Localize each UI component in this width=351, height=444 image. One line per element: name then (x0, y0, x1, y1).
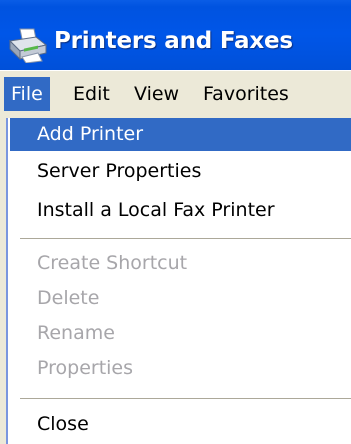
menu-item-add-printer[interactable]: Add Printer (10, 118, 351, 151)
menu-item-rename: Rename (37, 322, 115, 344)
menu-item-server-properties[interactable]: Server Properties (10, 155, 351, 188)
menu-item-properties: Properties (37, 357, 134, 379)
menu-favorites[interactable]: Favorites (196, 77, 296, 111)
window-title: Printers and Faxes (54, 28, 293, 54)
menu-separator (20, 238, 351, 240)
window: Printers and Faxes File Edit View Favori… (0, 0, 351, 444)
menu-item-create-shortcut: Create Shortcut (37, 252, 188, 274)
menu-file[interactable]: File (4, 77, 50, 111)
menu-bar: File Edit View Favorites (0, 70, 351, 119)
menu-edit[interactable]: Edit (66, 77, 117, 111)
menu-item-delete: Delete (37, 287, 100, 309)
menu-separator (20, 398, 351, 400)
file-menu-dropdown: Add Printer Server Properties Install a … (6, 118, 351, 444)
printer-fax-icon (8, 28, 48, 63)
menu-view[interactable]: View (127, 77, 186, 111)
menu-item-close[interactable]: Close (10, 408, 351, 441)
menu-item-install-local-fax-printer[interactable]: Install a Local Fax Printer (10, 194, 351, 227)
